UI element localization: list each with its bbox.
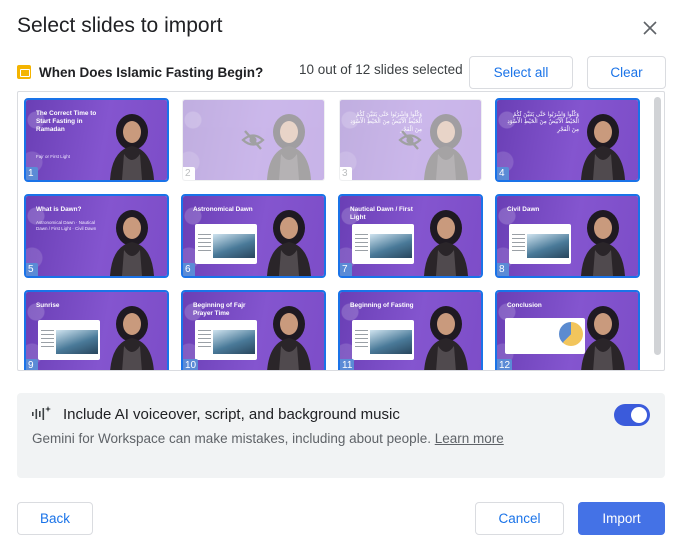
slide-number: 5 bbox=[26, 263, 38, 276]
slide-title: Civil Dawn bbox=[507, 206, 540, 213]
close-button[interactable] bbox=[636, 14, 664, 42]
slide-thumbnail[interactable]: Beginning of Fajr Prayer Time 10 bbox=[181, 290, 326, 371]
import-button[interactable]: Import bbox=[578, 502, 665, 535]
learn-more-link[interactable]: Learn more bbox=[435, 431, 504, 446]
slide-thumbnail[interactable]: Astronomical Dawn 6 bbox=[181, 194, 326, 278]
toggle-knob bbox=[631, 407, 647, 423]
slide-number: 8 bbox=[497, 263, 509, 276]
slide-thumbnail[interactable]: The Correct Time to Start Fasting in Ram… bbox=[24, 98, 169, 182]
slide-subtitle: Fajr or First Light bbox=[36, 154, 71, 159]
slide-number: 2 bbox=[183, 167, 195, 180]
ai-toggle[interactable] bbox=[614, 404, 650, 426]
select-all-button[interactable]: Select all bbox=[469, 56, 573, 89]
slide-thumbnail[interactable]: Beginning of Fasting 11 bbox=[338, 290, 483, 371]
back-button[interactable]: Back bbox=[17, 502, 93, 535]
cancel-button[interactable]: Cancel bbox=[475, 502, 564, 535]
close-icon bbox=[643, 21, 657, 35]
presentation-row: When Does Islamic Fasting Begin? 10 out … bbox=[17, 56, 667, 90]
presenter-image bbox=[110, 306, 154, 370]
slide-title: What is Dawn? bbox=[36, 206, 82, 213]
slide-thumbnail[interactable]: Sunrise 9 bbox=[24, 290, 169, 370]
slide-thumbnail[interactable]: What is Dawn? Astronomical Dawn · Nautica… bbox=[24, 194, 169, 278]
presenter-image bbox=[424, 306, 468, 370]
eye-off-icon bbox=[398, 130, 422, 150]
slide-number: 12 bbox=[497, 359, 513, 371]
slide-number: 4 bbox=[497, 167, 509, 180]
slide-number: 6 bbox=[183, 263, 195, 276]
slide-image-card bbox=[195, 224, 257, 264]
presenter-image bbox=[267, 114, 311, 180]
presenter-image bbox=[267, 210, 311, 276]
slide-title: Conclusion bbox=[507, 302, 542, 309]
dialog-title: Select slides to import bbox=[17, 14, 223, 37]
eye-off-icon bbox=[241, 130, 265, 150]
selection-count: 10 out of 12 slides selected bbox=[299, 62, 463, 77]
ai-options-panel: Include AI voiceover, script, and backgr… bbox=[17, 393, 665, 478]
slide-image-card bbox=[352, 224, 414, 264]
clear-button[interactable]: Clear bbox=[587, 56, 666, 89]
slide-thumbnail[interactable]: Nautical Dawn / First Light 7 bbox=[338, 194, 483, 278]
presenter-image bbox=[581, 306, 625, 370]
slide-number: 9 bbox=[26, 359, 38, 370]
slide-title: Sunrise bbox=[36, 302, 60, 309]
grid-scrollbar[interactable] bbox=[654, 97, 661, 355]
slide-number: 10 bbox=[183, 359, 199, 371]
slide-title: Astronomical Dawn bbox=[193, 206, 253, 213]
presentation-name: When Does Islamic Fasting Begin? bbox=[39, 65, 264, 80]
slide-thumbnail[interactable]: وَكُلُوا وَاشْرَبُوا حَتَّى يَتَبَيَّنَ … bbox=[339, 99, 482, 181]
ai-option-label: Include AI voiceover, script, and backgr… bbox=[63, 406, 400, 423]
presenter-image bbox=[424, 114, 468, 180]
slide-subtitle: Astronomical Dawn · Nautical Dawn / Firs… bbox=[36, 220, 97, 231]
ai-disclaimer-text: Gemini for Workspace can make mistakes, … bbox=[32, 431, 431, 446]
slide-number: 7 bbox=[340, 263, 352, 276]
presenter-image bbox=[267, 306, 311, 370]
slide-title: The Correct Time to Start Fasting in Ram… bbox=[36, 110, 97, 133]
presenter-image bbox=[110, 210, 154, 276]
slide-arabic-text: وَكُلُوا وَاشْرَبُوا حَتَّى يَتَبَيَّنَ … bbox=[507, 112, 579, 133]
slide-thumbnail[interactable]: Civil Dawn 8 bbox=[495, 194, 640, 278]
slide-image-card bbox=[38, 320, 100, 360]
slide-title: Beginning of Fajr Prayer Time bbox=[193, 302, 246, 317]
slide-image-card bbox=[352, 320, 414, 360]
slide-thumbnail[interactable]: Conclusion 12 bbox=[495, 290, 640, 371]
slide-thumbnail[interactable]: 2 bbox=[182, 99, 325, 181]
slide-title: Nautical Dawn / First Light bbox=[350, 206, 413, 221]
presenter-image bbox=[424, 210, 468, 276]
ai-disclaimer: Gemini for Workspace can make mistakes, … bbox=[32, 431, 504, 446]
slide-number: 3 bbox=[340, 167, 352, 180]
slide-image-card bbox=[509, 224, 571, 264]
slide-title: Beginning of Fasting bbox=[350, 302, 414, 309]
presenter-image bbox=[581, 210, 625, 276]
ai-voice-icon bbox=[32, 406, 51, 420]
slide-number: 11 bbox=[340, 359, 355, 371]
slides-grid: The Correct Time to Start Fasting in Ram… bbox=[17, 91, 665, 371]
slides-icon bbox=[17, 65, 31, 79]
presenter-image bbox=[110, 114, 154, 180]
import-slides-dialog: Select slides to import When Does Islami… bbox=[0, 0, 677, 540]
presenter-image bbox=[581, 114, 625, 180]
slide-number: 1 bbox=[26, 167, 38, 180]
slide-thumbnail[interactable]: وَكُلُوا وَاشْرَبُوا حَتَّى يَتَبَيَّنَ … bbox=[495, 98, 640, 182]
slide-image-card bbox=[195, 320, 257, 360]
